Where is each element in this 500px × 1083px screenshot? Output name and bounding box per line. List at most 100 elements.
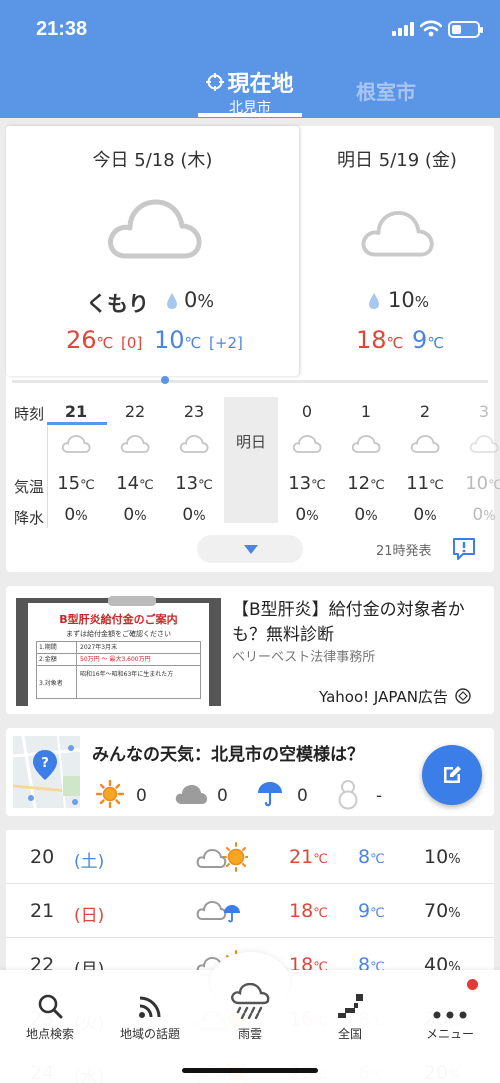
cloud-rain-icon — [196, 900, 240, 923]
tomorrow-low: 9℃ — [412, 326, 444, 354]
hourly-precip-unit: % — [134, 509, 147, 524]
hourly-precip: 0% — [107, 505, 163, 525]
hourly-icon — [397, 434, 453, 458]
today-high-unit: ℃ — [96, 334, 114, 352]
cloud-icon — [61, 435, 91, 453]
weekly-high-value: 21 — [289, 846, 314, 868]
tomorrow-date: 明日 5/19 (金) — [337, 150, 457, 171]
hourly-precip-value: 0 — [413, 505, 425, 525]
hourly-temp-unit: ℃ — [488, 478, 500, 493]
weekly-precip-unit: % — [448, 852, 461, 867]
community-sunny-count: 0 — [136, 786, 147, 806]
ad-title[interactable]: 【B型肝炎】給付金の対象者かも？無料診断 — [232, 598, 490, 648]
hourly-next-day-marker: 明日 — [224, 397, 278, 523]
ad-label-text: Yahoo! JAPAN広告 — [319, 688, 448, 706]
hourly-current-indicator — [47, 422, 107, 425]
ad-image-document: B型肝炎給付金のご案内 まずは給付金額をご確認ください 1.期間 2027年3月末… — [28, 603, 209, 706]
today-low: 10℃ [+2] — [154, 326, 243, 354]
hourly-icon — [48, 434, 104, 458]
hourly-temp: 15℃ — [48, 473, 104, 494]
weekly-precip-value: 70 — [424, 900, 449, 922]
nav-nationwide-label: 全国 — [337, 1027, 362, 1041]
tomorrow-pop: 10 — [388, 288, 415, 312]
weekly-day-of-week: (日) — [74, 906, 105, 926]
hourly-precip: 0% — [166, 505, 222, 525]
hourly-time: 21 — [64, 402, 88, 421]
ad-image-row-key: 2.金額 — [37, 654, 77, 665]
hourly-time: 23 — [183, 402, 205, 421]
post-weather-button[interactable] — [422, 745, 482, 805]
ad-image-table: 1.期間 2027年3月末 2.金額 50万円 〜 最大3,600万円 3.対象者昭… — [36, 641, 201, 699]
notification-badge — [467, 979, 478, 990]
hourly-time: 3 — [478, 402, 490, 421]
ad-image-clip — [108, 596, 156, 606]
hourly-temp-unit: ℃ — [429, 478, 444, 493]
hourly-icon — [456, 434, 500, 458]
weekly-row[interactable]: 20 (土) 21℃ 8℃ 10% — [6, 830, 494, 884]
wifi-icon — [420, 20, 442, 37]
community-snowy-count: - — [376, 786, 383, 806]
hourly-icon — [338, 434, 394, 458]
chevron-down-icon — [244, 545, 258, 554]
issued-time: 21時発表 — [376, 544, 432, 559]
ad-image-row-val: 2027年3月末 — [80, 644, 118, 651]
weekly-precip: 10% — [424, 846, 461, 868]
ad-image-row-val: 昭和16年〜昭和63年に生まれた方 — [80, 671, 174, 678]
hourly-precip: 0% — [279, 505, 335, 525]
nav-menu[interactable]: メニュー — [400, 985, 500, 1042]
home-indicator — [182, 1068, 318, 1073]
hourly-temp: 11℃ — [397, 473, 453, 494]
hourly-precip-unit: % — [365, 509, 378, 524]
today-panel[interactable]: 今日 5/18 (木) くもり 0% 26℃ [0] 10℃ [+2] — [6, 126, 299, 376]
hourly-precip-value: 0 — [472, 505, 484, 525]
nav-nationwide[interactable]: 全国 — [300, 985, 400, 1042]
ad-image-row-key: 1.期間 — [37, 642, 77, 653]
hourly-precip-value: 0 — [354, 505, 366, 525]
tab-current-location[interactable]: 現在地 北見市 — [196, 66, 304, 117]
nav-search-label: 地点検索 — [25, 1027, 74, 1041]
hourly-temp: 10℃ — [456, 473, 500, 494]
community-cloudy-count: 0 — [217, 786, 228, 806]
raindrop-icon — [167, 293, 177, 309]
hourly-temp-value: 10 — [465, 473, 489, 494]
hourly-precip-value: 0 — [64, 505, 76, 525]
hourly-precip-unit: % — [75, 509, 88, 524]
tomorrow-pop-unit: % — [414, 293, 429, 311]
hourly-temp: 13℃ — [279, 473, 335, 494]
battery-icon — [448, 21, 483, 38]
tomorrow-low-unit: ℃ — [427, 334, 445, 352]
hourly-time-label: 時刻 — [14, 405, 45, 423]
tomorrow-high-value: 18 — [356, 326, 387, 354]
weekly-low-value: 9 — [358, 900, 371, 922]
tab-nemuro[interactable]: 根室市 — [356, 76, 416, 105]
nav-rain-cloud-label: 雨雲 — [237, 1027, 262, 1041]
ad-image-heading: B型肝炎給付金のご案内 — [59, 613, 178, 626]
hourly-precip-label: 降水 — [14, 509, 45, 527]
nav-menu-label: メニュー — [425, 1027, 474, 1041]
hourly-temp-unit: ℃ — [198, 478, 213, 493]
hourly-precip-value: 0 — [123, 505, 135, 525]
today-high-diff: [0] — [121, 334, 143, 352]
weekly-low: 9℃ — [358, 900, 385, 922]
location-target-icon — [206, 73, 225, 91]
nav-search[interactable]: 地点検索 — [0, 985, 100, 1042]
rain-cloud-icon — [231, 983, 270, 1019]
today-date: 今日 5/18 (木) — [92, 150, 213, 171]
ad-image-row-key: 3.対象者 — [37, 666, 77, 698]
tomorrow-high-unit: ℃ — [386, 334, 404, 352]
weekly-row[interactable]: 21 (日) 18℃ 9℃ 70% — [6, 884, 494, 938]
hourly-temp-value: 13 — [175, 473, 199, 494]
japan-map-icon — [338, 994, 363, 1018]
hourly-icon — [107, 434, 163, 458]
ad-label[interactable]: Yahoo! JAPAN広告 — [319, 686, 471, 707]
hourly-precip: 0% — [397, 505, 453, 525]
nav-local-topics[interactable]: 地域の話題 — [100, 985, 200, 1042]
more-icon — [433, 1011, 467, 1019]
info-speech-icon[interactable] — [451, 536, 477, 562]
ad-sponsor: ベリーベスト法律事務所 — [232, 650, 376, 665]
today-low-unit: ℃ — [184, 334, 202, 352]
tab-current-label: 現在地 — [227, 72, 294, 97]
hourly-precip-unit: % — [424, 509, 437, 524]
nav-rain-cloud[interactable]: 雨雲 — [200, 983, 300, 1042]
tomorrow-low-value: 9 — [412, 326, 428, 354]
